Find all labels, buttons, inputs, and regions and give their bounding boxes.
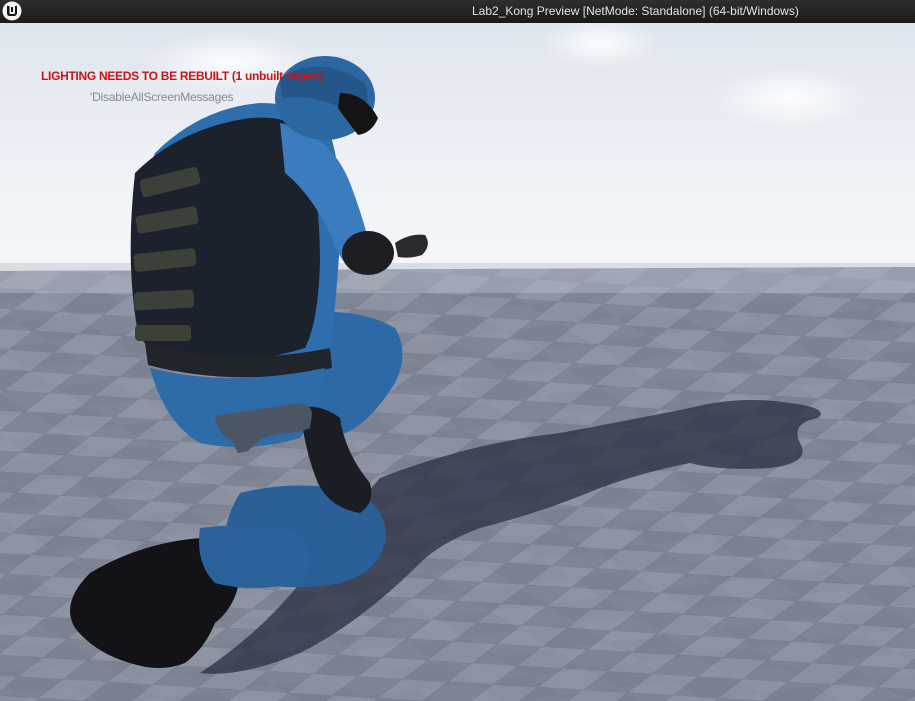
lighting-rebuild-warning: LIGHTING NEEDS TO BE REBUILT (1 unbuilt …: [41, 69, 324, 83]
unreal-engine-logo-icon: [2, 1, 22, 21]
disable-screen-messages-hint: 'DisableAllScreenMessages: [90, 90, 234, 104]
window-title-bar[interactable]: Lab2_Kong Preview [NetMode: Standalone] …: [0, 0, 915, 24]
scene-render: [0, 23, 915, 701]
window-title: Lab2_Kong Preview [NetMode: Standalone] …: [472, 4, 799, 18]
game-viewport[interactable]: LIGHTING NEEDS TO BE REBUILT (1 unbuilt …: [0, 23, 915, 701]
